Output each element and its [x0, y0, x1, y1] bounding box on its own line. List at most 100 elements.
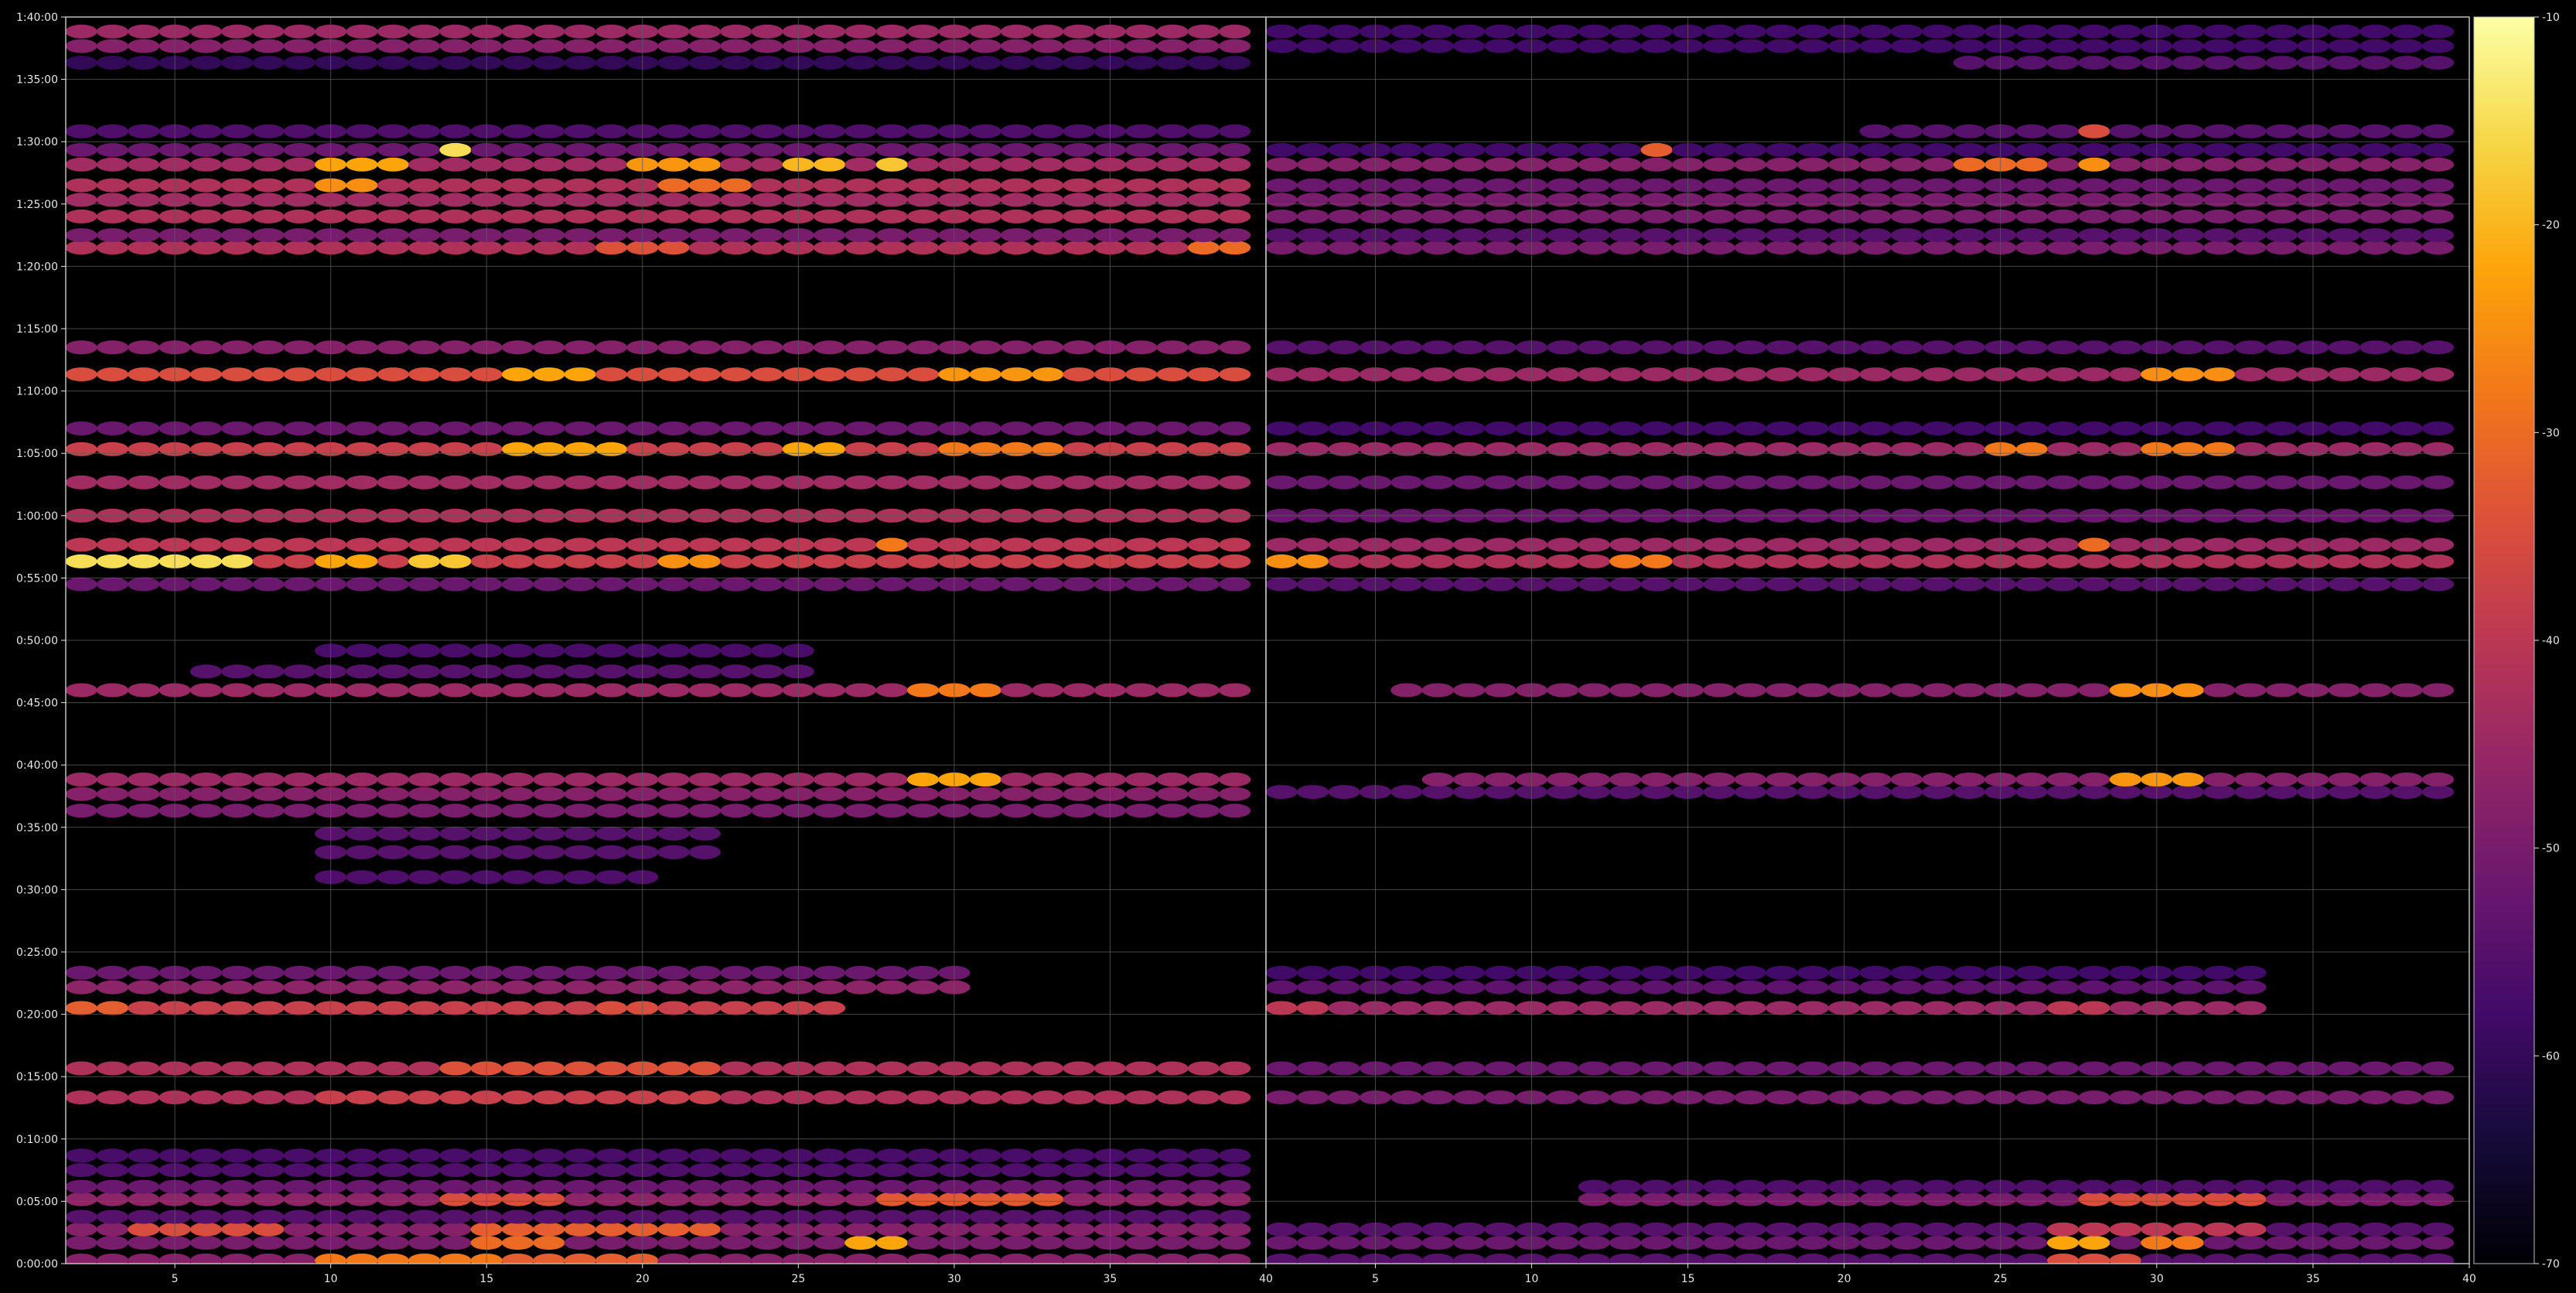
- heatmap-cell: [2109, 157, 2141, 172]
- heatmap-cell: [844, 786, 877, 801]
- heatmap-cell: [2203, 577, 2236, 592]
- heatmap-cell: [1032, 209, 1064, 223]
- heatmap-cell: [1953, 980, 1985, 994]
- heatmap-cell: [1390, 157, 1423, 172]
- heatmap-cell: [128, 1148, 160, 1163]
- heatmap-cell: [252, 475, 285, 490]
- heatmap-cell: [1125, 228, 1158, 243]
- heatmap-cell: [533, 1001, 565, 1015]
- heatmap-cell: [96, 442, 129, 456]
- heatmap-cell: [751, 1209, 783, 1224]
- heatmap-cell: [189, 1192, 222, 1206]
- heatmap-cell: [564, 124, 596, 138]
- heatmap-cell: [1609, 965, 1642, 980]
- heatmap-cell: [2234, 1179, 2267, 1194]
- heatmap-cell: [1125, 193, 1158, 207]
- heatmap-cell: [814, 1209, 846, 1224]
- heatmap-cell: [1266, 1061, 1298, 1076]
- y-tick-label: 0:35:00: [16, 822, 58, 834]
- heatmap-cell: [875, 773, 908, 786]
- heatmap-cell: [595, 773, 628, 786]
- heatmap-cell: [1609, 1061, 1642, 1076]
- heatmap-cell: [66, 1222, 97, 1237]
- heatmap-cell: [814, 786, 846, 801]
- heatmap-cell: [66, 442, 97, 456]
- heatmap-cell: [1453, 1254, 1486, 1264]
- heatmap-cell: [875, 1061, 908, 1076]
- heatmap-cell: [814, 1090, 846, 1105]
- heatmap-cell: [1032, 56, 1064, 70]
- heatmap-cell: [1766, 773, 1798, 786]
- heatmap-cell: [595, 1001, 628, 1015]
- heatmap-cell: [377, 773, 409, 786]
- heatmap-cell: [1032, 683, 1064, 698]
- heatmap-cell: [377, 803, 409, 818]
- heatmap-cell: [1390, 1090, 1423, 1105]
- heatmap-cell: [2047, 1254, 2080, 1264]
- heatmap-cell: [595, 826, 628, 841]
- heatmap-cell: [2078, 142, 2110, 157]
- heatmap-cell: [66, 241, 97, 255]
- heatmap-cell: [595, 786, 628, 801]
- heatmap-cell: [2015, 367, 2048, 382]
- heatmap-cell: [377, 1090, 409, 1105]
- heatmap-cell: [1922, 1254, 1954, 1264]
- heatmap-cell: [875, 56, 908, 70]
- heatmap-cell: [377, 340, 409, 355]
- heatmap-cell: [814, 1254, 846, 1264]
- heatmap-cell: [2172, 475, 2204, 490]
- heatmap-cell: [2109, 1061, 2141, 1076]
- heatmap-cell: [1156, 537, 1189, 552]
- heatmap-cell: [564, 577, 596, 592]
- heatmap-cell: [439, 475, 472, 490]
- heatmap-cell: [595, 1236, 628, 1250]
- heatmap-cell: [2390, 1222, 2423, 1237]
- heatmap-cell: [2047, 142, 2080, 157]
- heatmap-cell: [189, 241, 222, 255]
- heatmap-cell: [1219, 442, 1251, 456]
- heatmap-cell: [533, 826, 565, 841]
- heatmap-cell: [969, 475, 1001, 490]
- heatmap-cell: [1266, 209, 1298, 223]
- heatmap-cell: [751, 965, 783, 980]
- heatmap-cell: [221, 803, 254, 818]
- heatmap-cell: [1484, 241, 1517, 255]
- heatmap-cell: [751, 803, 783, 818]
- heatmap-cell: [875, 124, 908, 138]
- heatmap-cell: [1547, 340, 1579, 355]
- heatmap-cell: [2390, 178, 2423, 193]
- heatmap-cell: [1032, 773, 1064, 786]
- heatmap-cell: [252, 178, 285, 193]
- heatmap-cell: [96, 1163, 129, 1178]
- heatmap-cell: [2422, 577, 2455, 592]
- heatmap-cell: [1922, 124, 1954, 138]
- heatmap-cell: [2172, 367, 2204, 382]
- heatmap-cell: [2203, 157, 2236, 172]
- heatmap-cell: [688, 965, 722, 980]
- heatmap-cell: [346, 965, 378, 980]
- heatmap-cell: [1640, 965, 1673, 980]
- heatmap-cell: [814, 178, 846, 193]
- heatmap-cell: [1953, 1061, 1985, 1076]
- heatmap-cell: [533, 442, 565, 456]
- heatmap-cell: [439, 178, 472, 193]
- heatmap-cell: [501, 1061, 534, 1076]
- heatmap-cell: [252, 1254, 285, 1264]
- heatmap-cell: [1266, 39, 1298, 53]
- y-tick-label: 0:45:00: [16, 698, 58, 710]
- heatmap-cell: [128, 1179, 160, 1194]
- heatmap-cell: [720, 554, 752, 568]
- heatmap-cell: [595, 577, 628, 592]
- heatmap-cell: [2265, 157, 2298, 172]
- heatmap-cell: [2422, 785, 2455, 800]
- heatmap-cell: [1187, 1163, 1220, 1178]
- heatmap-cell: [751, 1001, 783, 1015]
- heatmap-cell: [1640, 367, 1673, 382]
- heatmap-cell: [1953, 442, 1985, 456]
- heatmap-cell: [2422, 178, 2455, 193]
- heatmap-cell: [346, 870, 378, 885]
- heatmap-cell: [501, 1148, 534, 1163]
- heatmap-cell: [1266, 537, 1298, 552]
- heatmap-cell: [2078, 209, 2110, 223]
- heatmap-cell: [2359, 157, 2392, 172]
